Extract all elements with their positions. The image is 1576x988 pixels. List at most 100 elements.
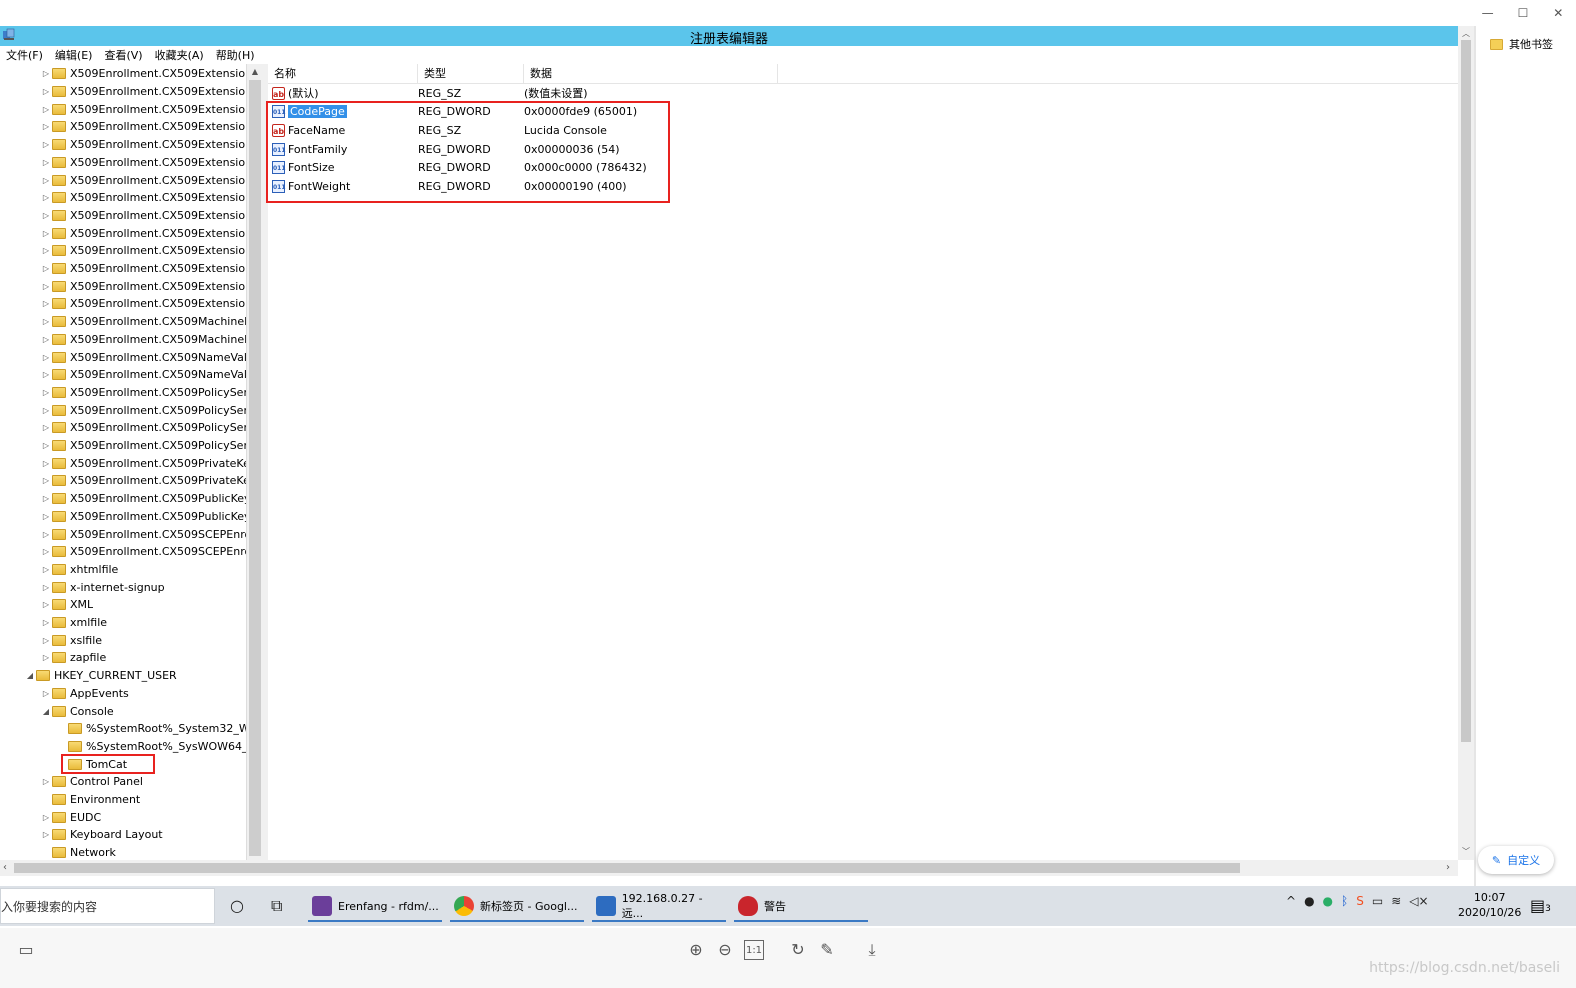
expand-arrow-icon[interactable]: ▷	[40, 565, 52, 574]
expand-arrow-icon[interactable]: ▷	[40, 441, 52, 450]
expand-arrow-icon[interactable]: ▷	[40, 494, 52, 503]
expand-arrow-icon[interactable]: ▷	[40, 140, 52, 149]
tree-item[interactable]: ▷ X509Enrollment.CX509ExtensionSi	[40, 171, 262, 189]
expand-arrow-icon[interactable]: ▷	[40, 158, 52, 167]
tree-item[interactable]: ▷ X509Enrollment.CX509PolicyServe	[40, 384, 261, 402]
expand-arrow-icon[interactable]: ▷	[40, 813, 52, 822]
tree-item[interactable]: ◢ Console	[40, 702, 114, 720]
tree-item[interactable]: ▷ Keyboard Layout	[40, 826, 163, 844]
menu-edit[interactable]: 编辑(E)	[55, 47, 93, 63]
tree-item[interactable]: ▷ zapfile	[40, 649, 106, 667]
chevron-up-icon[interactable]: ^	[1286, 894, 1296, 908]
expand-arrow-icon[interactable]: ▷	[40, 317, 52, 326]
expand-arrow-icon[interactable]: ▷	[40, 282, 52, 291]
zoom-out-icon[interactable]: ⊖	[715, 940, 735, 960]
tree-scroll-thumb[interactable]	[249, 80, 261, 856]
expand-arrow-icon[interactable]: ▷	[40, 176, 52, 185]
tree-item[interactable]: ▷ X509Enrollment.CX509ExtensionT	[40, 260, 259, 278]
close-button[interactable]: ✕	[1548, 6, 1568, 20]
tree-item[interactable]: ▷ X509Enrollment.CX509ExtensionT	[40, 277, 259, 295]
expand-arrow-icon[interactable]: ▷	[40, 264, 52, 273]
tree-item[interactable]: ◢ HKEY_CURRENT_USER	[24, 667, 177, 685]
tree-item[interactable]: ▷ X509Enrollment.CX509NameValue	[40, 366, 261, 384]
expand-arrow-icon[interactable]: ▷	[40, 689, 52, 698]
sogou-icon[interactable]: S	[1356, 894, 1364, 908]
expanded-arrow-icon[interactable]: ◢	[40, 707, 52, 716]
tree-item[interactable]: ▷ x-internet-signup	[40, 578, 165, 596]
clock[interactable]: 10:07 2020/10/26	[1458, 890, 1521, 920]
rotate-icon[interactable]: ↻	[788, 940, 808, 960]
tree-item[interactable]: ▷ X509Enrollment.CX509ExtensionSi	[40, 224, 262, 242]
scroll-left-icon[interactable]: ‹	[3, 862, 7, 873]
tree-item[interactable]: ▷ X509Enrollment.CX509PolicyServe	[40, 401, 261, 419]
expand-arrow-icon[interactable]: ▷	[40, 512, 52, 521]
expand-arrow-icon[interactable]: ▷	[40, 370, 52, 379]
wechat-icon[interactable]: ●	[1323, 894, 1333, 908]
tree-item[interactable]: ▷ X509Enrollment.CX509ExtensionT	[40, 295, 259, 313]
maximize-button[interactable]: ☐	[1513, 6, 1533, 20]
column-type[interactable]: 类型	[418, 64, 524, 84]
tree-item[interactable]: Environment	[40, 791, 140, 809]
chevron-down-icon[interactable]: ﹀	[1458, 846, 1474, 857]
expand-arrow-icon[interactable]: ▷	[40, 246, 52, 255]
expanded-arrow-icon[interactable]: ◢	[24, 671, 36, 680]
horizontal-scrollbar[interactable]: ‹ ›	[0, 860, 1458, 876]
task-chrome[interactable]: 新标签页 - Googl...	[450, 890, 584, 922]
expand-arrow-icon[interactable]: ▷	[40, 618, 52, 627]
wifi-icon[interactable]: ≋	[1391, 894, 1401, 908]
expand-arrow-icon[interactable]: ▷	[40, 547, 52, 556]
column-data[interactable]: 数据	[524, 64, 778, 84]
tree-item[interactable]: ▷ X509Enrollment.CX509ExtensionSi	[40, 207, 262, 225]
notification-center-icon[interactable]: ▤3	[1530, 896, 1551, 915]
bluetooth-icon[interactable]: ᛒ	[1341, 894, 1348, 908]
tree-item[interactable]: ▷ X509Enrollment.CX509PublicKey	[40, 490, 251, 508]
expand-arrow-icon[interactable]: ▷	[40, 335, 52, 344]
column-name[interactable]: 名称	[268, 64, 418, 84]
value-row[interactable]: ab (默认) REG_SZ (数值未设置)	[268, 84, 774, 103]
tree-item[interactable]: %SystemRoot%_System32_Wir	[56, 720, 257, 738]
qq-icon[interactable]: ●	[1304, 894, 1314, 908]
expand-arrow-icon[interactable]: ▷	[40, 530, 52, 539]
tree-item[interactable]: ▷ xslfile	[40, 631, 102, 649]
tree-item[interactable]: ▷ X509Enrollment.CX509MachineEn	[40, 331, 258, 349]
expand-arrow-icon[interactable]: ▷	[40, 406, 52, 415]
tree-item[interactable]: ▷ X509Enrollment.CX509PolicyServe	[40, 437, 261, 455]
menu-view[interactable]: 查看(V)	[104, 47, 142, 63]
tree-item[interactable]: ▷ xmlfile	[40, 614, 107, 632]
task-erenfang[interactable]: Erenfang - rfdm/...	[308, 890, 442, 922]
tree-item[interactable]: ▷ X509Enrollment.CX509PrivateKey	[40, 454, 256, 472]
expand-arrow-icon[interactable]: ▷	[40, 423, 52, 432]
cortana-icon[interactable]: ○	[230, 896, 244, 915]
tree-item[interactable]: ▷ X509Enrollment.CX509Extensions.	[40, 154, 261, 172]
tree-item[interactable]: ▷ X509Enrollment.CX509SCEPEnroll	[40, 525, 257, 543]
expand-arrow-icon[interactable]: ▷	[40, 69, 52, 78]
expand-arrow-icon[interactable]: ▷	[40, 87, 52, 96]
tree-item[interactable]: ▷ AppEvents	[40, 685, 129, 703]
other-bookmarks[interactable]: 其他书签	[1478, 30, 1576, 58]
task-view-icon[interactable]: ⧉	[271, 896, 282, 916]
tree-item[interactable]: ▷ X509Enrollment.CX509SCEPEnroll	[40, 543, 257, 561]
actual-size-icon[interactable]: 1:1	[744, 940, 764, 960]
expand-arrow-icon[interactable]: ▷	[40, 583, 52, 592]
menu-help[interactable]: 帮助(H)	[216, 47, 255, 63]
expand-arrow-icon[interactable]: ▷	[40, 105, 52, 114]
expand-arrow-icon[interactable]: ▷	[40, 353, 52, 362]
expand-arrow-icon[interactable]: ▷	[40, 122, 52, 131]
menu-favorites[interactable]: 收藏夹(A)	[155, 47, 204, 63]
tree-item[interactable]: ▷ X509Enrollment.CX509NameValue	[40, 348, 261, 366]
tree-item[interactable]: ▷ EUDC	[40, 808, 101, 826]
tree-item[interactable]: ▷ Control Panel	[40, 773, 143, 791]
chevron-up-icon[interactable]: ︿	[1458, 28, 1474, 39]
menu-file[interactable]: 文件(F)	[6, 47, 43, 63]
expand-arrow-icon[interactable]: ▷	[40, 211, 52, 220]
tree-item[interactable]: %SystemRoot%_SysWOW64_W	[56, 738, 258, 756]
customize-button[interactable]: ✎ 自定义	[1478, 846, 1554, 874]
zoom-in-icon[interactable]: ⊕	[686, 940, 706, 960]
expand-arrow-icon[interactable]: ▷	[40, 388, 52, 397]
tree-item[interactable]: Network	[40, 844, 116, 860]
edit-pencil-icon[interactable]: ✎	[817, 940, 837, 960]
expand-arrow-icon[interactable]: ▷	[40, 193, 52, 202]
tree-item[interactable]: ▷ X509Enrollment.CX509PublicKey.1	[40, 508, 260, 526]
tree-item[interactable]: ▷ X509Enrollment.CX509ExtensionM	[40, 100, 262, 118]
battery-icon[interactable]: ▭	[1372, 894, 1383, 908]
